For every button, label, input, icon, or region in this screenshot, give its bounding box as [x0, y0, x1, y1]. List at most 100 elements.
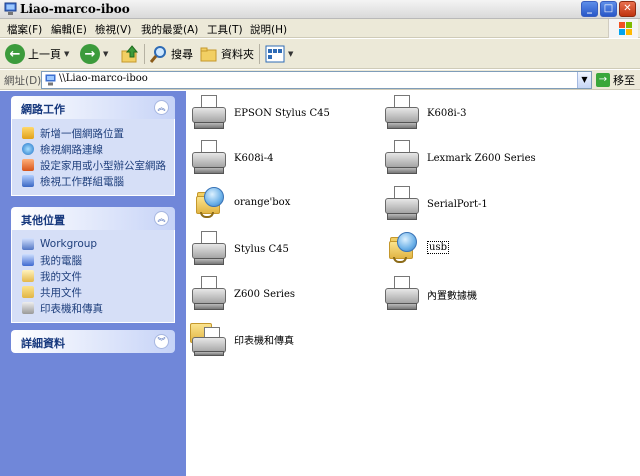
go-label: 移至 — [613, 74, 635, 87]
other-places-header[interactable]: 其他位置 ︽ — [11, 207, 175, 230]
place-printers-and-faxes[interactable]: 印表機和傳真 — [12, 300, 174, 316]
search-icon — [150, 46, 166, 63]
printer-item[interactable]: Lexmark Z600 Series — [383, 138, 536, 178]
chevron-down-icon: ▼ — [64, 50, 70, 58]
item-label: EPSON Stylus C45 — [234, 107, 330, 119]
toolbar: ← 上一頁 ▼ → ▼ 搜尋 資料夾 ▼ — [0, 39, 640, 69]
item-label: SerialPort-1 — [427, 198, 488, 210]
chevron-down-icon: ▼ — [103, 50, 109, 58]
printer-icon — [190, 274, 228, 314]
details-header[interactable]: 詳細資料 ︾ — [11, 330, 175, 353]
printer-icon — [383, 138, 421, 178]
home-network-icon — [22, 159, 34, 171]
up-folder-button[interactable] — [120, 42, 140, 66]
item-label: 印表機和傳真 — [234, 335, 294, 347]
item-label: usb — [427, 240, 449, 254]
printer-item[interactable]: K608i-4 — [190, 138, 274, 178]
windows-logo-icon — [608, 19, 638, 38]
other-places-title: 其他位置 — [21, 214, 65, 227]
printer-item[interactable]: SerialPort-1 — [383, 184, 488, 224]
printer-item[interactable]: K608i-3 — [383, 93, 467, 133]
close-button[interactable]: ✕ — [619, 1, 636, 17]
place-label: 共用文件 — [40, 286, 82, 299]
back-button[interactable]: ← 上一頁 ▼ — [5, 42, 69, 66]
printer-icon — [383, 93, 421, 133]
toolbar-separator — [144, 44, 145, 64]
add-network-place-icon — [22, 127, 34, 139]
workgroup-icon — [22, 238, 34, 250]
menu-bar: 檔案(F) 編輯(E) 檢視(V) 我的最愛(A) 工具(T) 說明(H) — [0, 19, 640, 38]
shared-folder-icon — [385, 229, 421, 265]
place-my-computer[interactable]: 我的電腦 — [12, 252, 174, 268]
shared-folder-item[interactable]: usb — [385, 229, 449, 265]
menu-edit[interactable]: 編輯(E) — [51, 22, 87, 37]
forward-arrow-icon: → — [80, 44, 100, 64]
address-field[interactable]: \\Liao-marco-iboo ▼ — [41, 71, 592, 89]
printer-folder-icon — [190, 319, 228, 359]
task-label: 檢視網路連線 — [40, 143, 103, 156]
workgroup-computers-icon — [22, 175, 34, 187]
printer-item[interactable]: Stylus C45 — [190, 229, 289, 269]
go-button[interactable]: → 移至 — [596, 72, 635, 88]
menu-file[interactable]: 檔案(F) — [7, 22, 42, 37]
search-button[interactable]: 搜尋 — [150, 42, 193, 66]
window-title: Liao-marco-iboo — [20, 2, 130, 16]
collapse-icon[interactable]: ︽ — [154, 100, 169, 115]
my-documents-icon — [22, 270, 34, 282]
printer-icon — [190, 138, 228, 178]
shared-folder-item[interactable]: orange'box — [192, 184, 290, 220]
details-panel: 詳細資料 ︾ — [11, 330, 175, 353]
printer-item[interactable]: Z600 Series — [190, 274, 295, 314]
item-label: Stylus C45 — [234, 243, 289, 255]
item-label: orange'box — [234, 196, 291, 208]
printer-icon — [383, 184, 421, 224]
maximize-button[interactable]: □ — [600, 1, 617, 17]
shared-folder-icon — [192, 184, 228, 220]
task-setup-home-network[interactable]: 設定家用或小型辦公室網路 — [12, 157, 174, 173]
collapse-icon[interactable]: ︽ — [154, 211, 169, 226]
expand-icon[interactable]: ︾ — [154, 334, 169, 349]
task-add-network-place[interactable]: 新增一個網路位置 — [12, 125, 174, 141]
network-computer-icon — [45, 74, 56, 86]
menu-tools[interactable]: 工具(T) — [207, 22, 243, 37]
menu-view[interactable]: 檢視(V) — [95, 22, 131, 37]
folders-icon — [200, 47, 217, 62]
task-pane: 網路工作 ︽ 新增一個網路位置 檢視網路連線 設定家用或小型辦公室網路 檢視工作… — [0, 91, 186, 476]
place-label: Workgroup — [40, 238, 98, 250]
file-view: EPSON Stylus C45 K608i-3 K608i-4 Lexmark… — [186, 91, 640, 476]
menu-favorites[interactable]: 我的最愛(A) — [141, 22, 198, 37]
menu-help[interactable]: 說明(H) — [250, 22, 287, 37]
back-label: 上一頁 — [28, 48, 61, 61]
task-label: 設定家用或小型辦公室網路 — [40, 159, 166, 172]
network-connections-icon — [22, 143, 34, 155]
task-view-network-connections[interactable]: 檢視網路連線 — [12, 141, 174, 157]
place-label: 印表機和傳真 — [40, 302, 103, 315]
address-dropdown-button[interactable]: ▼ — [577, 72, 591, 88]
item-label: Z600 Series — [234, 288, 296, 300]
folders-button[interactable]: 資料夾 — [200, 42, 254, 66]
place-workgroup[interactable]: Workgroup — [12, 236, 174, 252]
forward-button[interactable]: → ▼ — [80, 42, 108, 66]
task-view-workgroup-computers[interactable]: 檢視工作群組電腦 — [12, 173, 174, 189]
printers-and-faxes-icon — [22, 302, 34, 314]
up-folder-icon — [121, 45, 139, 63]
back-arrow-icon: ← — [5, 44, 25, 64]
item-label: K608i-4 — [234, 152, 274, 164]
address-value: \\Liao-marco-iboo — [59, 73, 148, 84]
network-computer-icon — [4, 2, 17, 15]
minimize-button[interactable]: _ — [581, 1, 598, 17]
network-tasks-header[interactable]: 網路工作 ︽ — [11, 96, 175, 119]
printers-folder-item[interactable]: 印表機和傳真 — [190, 319, 294, 359]
place-my-documents[interactable]: 我的文件 — [12, 268, 174, 284]
network-tasks-body: 新增一個網路位置 檢視網路連線 設定家用或小型辦公室網路 檢視工作群組電腦 — [11, 119, 175, 196]
network-tasks-panel: 網路工作 ︽ 新增一個網路位置 檢視網路連線 設定家用或小型辦公室網路 檢視工作… — [11, 96, 175, 196]
place-shared-documents[interactable]: 共用文件 — [12, 284, 174, 300]
place-label: 我的文件 — [40, 270, 82, 283]
item-label: K608i-3 — [427, 107, 467, 119]
printer-icon — [383, 274, 421, 314]
place-label: 我的電腦 — [40, 254, 82, 267]
printer-item[interactable]: EPSON Stylus C45 — [190, 93, 330, 133]
printer-item[interactable]: 內置數據機 — [383, 274, 477, 314]
views-button[interactable]: ▼ — [265, 42, 293, 66]
item-label: 內置數據機 — [427, 290, 477, 302]
